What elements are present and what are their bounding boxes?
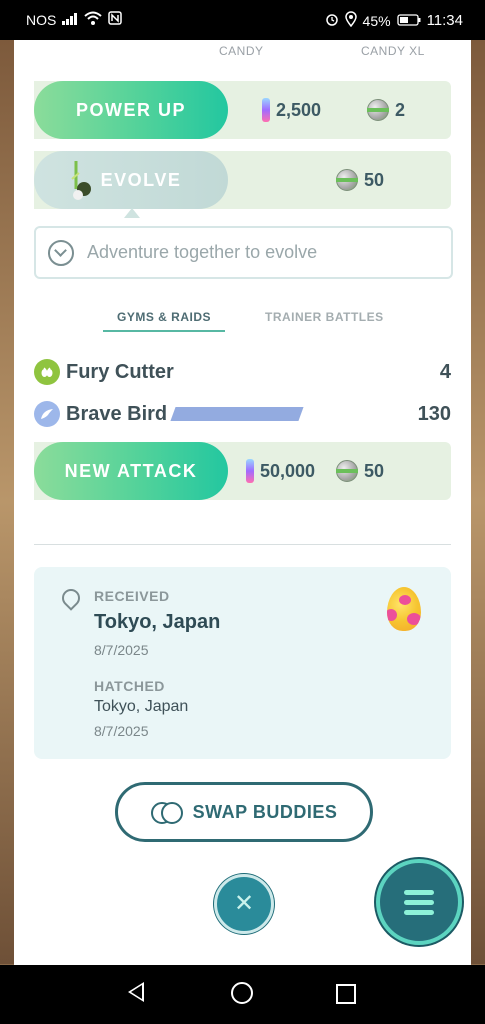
charged-move-energy-bar	[170, 407, 304, 421]
candy-column-label: CANDY	[219, 44, 264, 58]
close-button[interactable]: ✕	[214, 874, 274, 934]
power-up-xl-amount: 2	[395, 99, 406, 120]
swap-buddies-label: SWAP BUDDIES	[192, 801, 338, 822]
charged-move-name: Brave Bird	[66, 402, 168, 425]
candy-header: CANDY CANDY XL	[14, 44, 471, 60]
battery-percent: 45%	[362, 12, 391, 29]
evolve-label: EVOLVE	[100, 169, 182, 190]
nfc-icon	[108, 11, 123, 28]
clock-time: 11:34	[426, 12, 463, 29]
power-up-candy-amount: 2,500	[276, 99, 322, 120]
egg-icon	[387, 587, 421, 631]
received-date: 8/7/2025	[94, 642, 149, 658]
new-attack-candy-amount: 50,000	[260, 460, 316, 481]
pokemon-detail-panel[interactable]: CANDY CANDY XL POWER UP 2,500 2 EVOLVE 5…	[14, 40, 471, 965]
menu-button[interactable]	[376, 859, 462, 945]
power-up-candy-cost: 2,500	[262, 81, 321, 139]
status-right: 45% 11:34	[325, 11, 463, 30]
recents-icon[interactable]	[336, 984, 356, 1004]
back-icon[interactable]	[128, 982, 144, 1002]
hatched-location: Tokyo, Japan	[94, 698, 189, 715]
fast-move-row[interactable]: Fury Cutter 4	[34, 357, 451, 387]
received-label: RECEIVED	[94, 588, 170, 604]
new-attack-xl-cost: 50	[336, 442, 384, 500]
charged-move-damage: 130	[417, 402, 451, 425]
candy-xl-icon	[336, 460, 358, 482]
hamburger-menu-icon	[404, 889, 434, 915]
move-tabs: GYMS & RAIDS TRAINER BATTLES	[14, 310, 471, 340]
charged-move-row[interactable]: Brave Bird 130	[34, 399, 451, 429]
bug-type-icon	[34, 359, 60, 385]
origin-info-card: RECEIVED Tokyo, Japan 8/7/2025 HATCHED T…	[34, 567, 451, 759]
fast-move-name: Fury Cutter	[66, 360, 174, 383]
candy-icon	[262, 98, 270, 122]
background-left-edge	[0, 40, 14, 964]
evolve-row: EVOLVE 50	[34, 151, 451, 209]
carrier-name: NOS	[26, 11, 57, 28]
candy-xl-icon	[367, 99, 389, 121]
hatched-date: 8/7/2025	[94, 723, 149, 739]
alarm-icon	[325, 12, 339, 29]
swap-buddies-button[interactable]: SWAP BUDDIES	[115, 782, 373, 842]
new-attack-button[interactable]: NEW ATTACK	[34, 442, 228, 500]
section-divider	[34, 544, 451, 545]
evolve-pokemon-icon	[70, 159, 94, 206]
system-navigation-bar	[0, 965, 485, 1024]
fast-move-damage: 4	[439, 360, 451, 383]
evolve-hint-text: Adventure together to evolve	[87, 242, 318, 262]
tab-trainer-battles[interactable]: TRAINER BATTLES	[265, 310, 384, 324]
new-attack-row: NEW ATTACK 50,000 50	[34, 442, 451, 500]
candy-xl-icon	[336, 169, 358, 191]
evolve-requirement-box[interactable]: Adventure together to evolve	[34, 226, 453, 279]
status-bar: NOS 45% 11:34	[0, 0, 485, 40]
power-up-xl-cost: 2	[367, 81, 405, 139]
location-icon	[344, 11, 357, 30]
wifi-icon	[84, 11, 103, 28]
new-attack-xl-amount: 50	[364, 460, 385, 481]
candy-icon	[246, 459, 254, 483]
power-up-button[interactable]: POWER UP	[34, 81, 228, 139]
flying-type-icon	[34, 401, 60, 427]
new-attack-label: NEW ATTACK	[64, 460, 198, 481]
location-pin-icon	[58, 585, 84, 611]
chevron-down-icon[interactable]	[48, 239, 74, 266]
tab-gyms-raids[interactable]: GYMS & RAIDS	[102, 310, 226, 332]
evolve-xl-amount: 50	[364, 169, 385, 190]
battery-icon	[396, 13, 421, 29]
evolve-tooltip-arrow	[124, 208, 140, 218]
power-up-row: POWER UP 2,500 2	[34, 81, 451, 139]
candy-xl-column-label: CANDY XL	[361, 44, 425, 58]
background-right-edge	[471, 40, 485, 964]
swap-buddies-icon	[150, 801, 183, 824]
evolve-xl-cost: 50	[336, 151, 384, 209]
received-location: Tokyo, Japan	[94, 611, 221, 633]
close-icon: ✕	[233, 890, 255, 917]
power-up-label: POWER UP	[75, 99, 186, 120]
signal-icon	[62, 12, 78, 28]
home-icon[interactable]	[231, 982, 253, 1004]
status-left: NOS	[26, 11, 123, 28]
hatched-label: HATCHED	[94, 678, 165, 694]
new-attack-candy-cost: 50,000	[246, 442, 315, 500]
evolve-button[interactable]: EVOLVE	[34, 151, 228, 209]
